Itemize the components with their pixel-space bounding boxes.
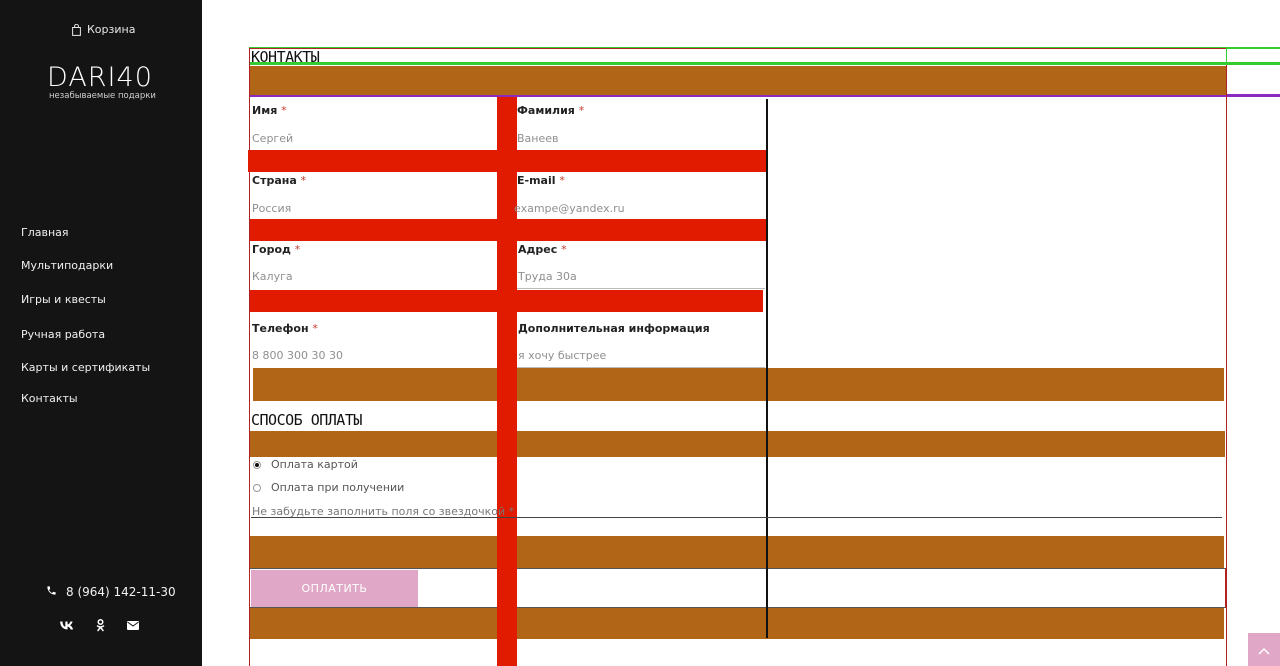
- radio-button-checked[interactable]: [253, 460, 261, 469]
- overlay-brown-band: [250, 608, 1224, 639]
- overlay-column-divider: [766, 99, 768, 638]
- phone-label: Телефон *: [252, 322, 318, 335]
- country-label: Страна *: [252, 174, 307, 187]
- overlay-brown-band: [253, 368, 1224, 401]
- payment-option-card[interactable]: Оплата картой: [253, 458, 358, 471]
- radio-button[interactable]: [253, 483, 261, 492]
- pay-button[interactable]: ОПЛАТИТЬ: [251, 570, 418, 607]
- overlay-red-gutter: [497, 97, 517, 666]
- email-input[interactable]: [514, 201, 762, 216]
- extra-info-input[interactable]: [518, 348, 762, 363]
- city-label: Город *: [252, 243, 301, 256]
- email-label: E-mail *: [517, 174, 565, 187]
- city-input[interactable]: [252, 269, 492, 284]
- overlay-brown-band: [250, 536, 1224, 568]
- checkout-form: КОНТАКТЫ Имя * Фамилия * Страна * E-mail…: [0, 0, 1280, 666]
- country-input[interactable]: [252, 201, 492, 216]
- phone-input[interactable]: [252, 348, 492, 363]
- payment-title: СПОСОБ ОПЛАТЫ: [251, 411, 362, 429]
- overlay-green-right-box: [1226, 47, 1280, 65]
- overlay-brown-band: [250, 66, 1226, 95]
- first-name-label: Имя *: [252, 104, 287, 117]
- payment-option-on-delivery[interactable]: Оплата при получении: [253, 481, 404, 494]
- last-name-label: Фамилия *: [517, 104, 585, 117]
- last-name-input[interactable]: [517, 131, 762, 146]
- extra-underline: [517, 367, 765, 368]
- first-name-input[interactable]: [252, 131, 492, 146]
- reminder-text: Не забудьте заполнить поля со звездочкой…: [252, 505, 515, 518]
- overlay-brown-band: [250, 431, 1225, 457]
- extra-info-label: Дополнительная информация: [518, 322, 710, 335]
- address-underline: [517, 288, 765, 289]
- contacts-title: КОНТАКТЫ: [251, 48, 320, 66]
- address-label: Адрес *: [518, 243, 567, 256]
- chevron-up-icon: [1258, 640, 1270, 659]
- scroll-to-top-button[interactable]: [1248, 633, 1280, 666]
- address-input[interactable]: [518, 269, 762, 284]
